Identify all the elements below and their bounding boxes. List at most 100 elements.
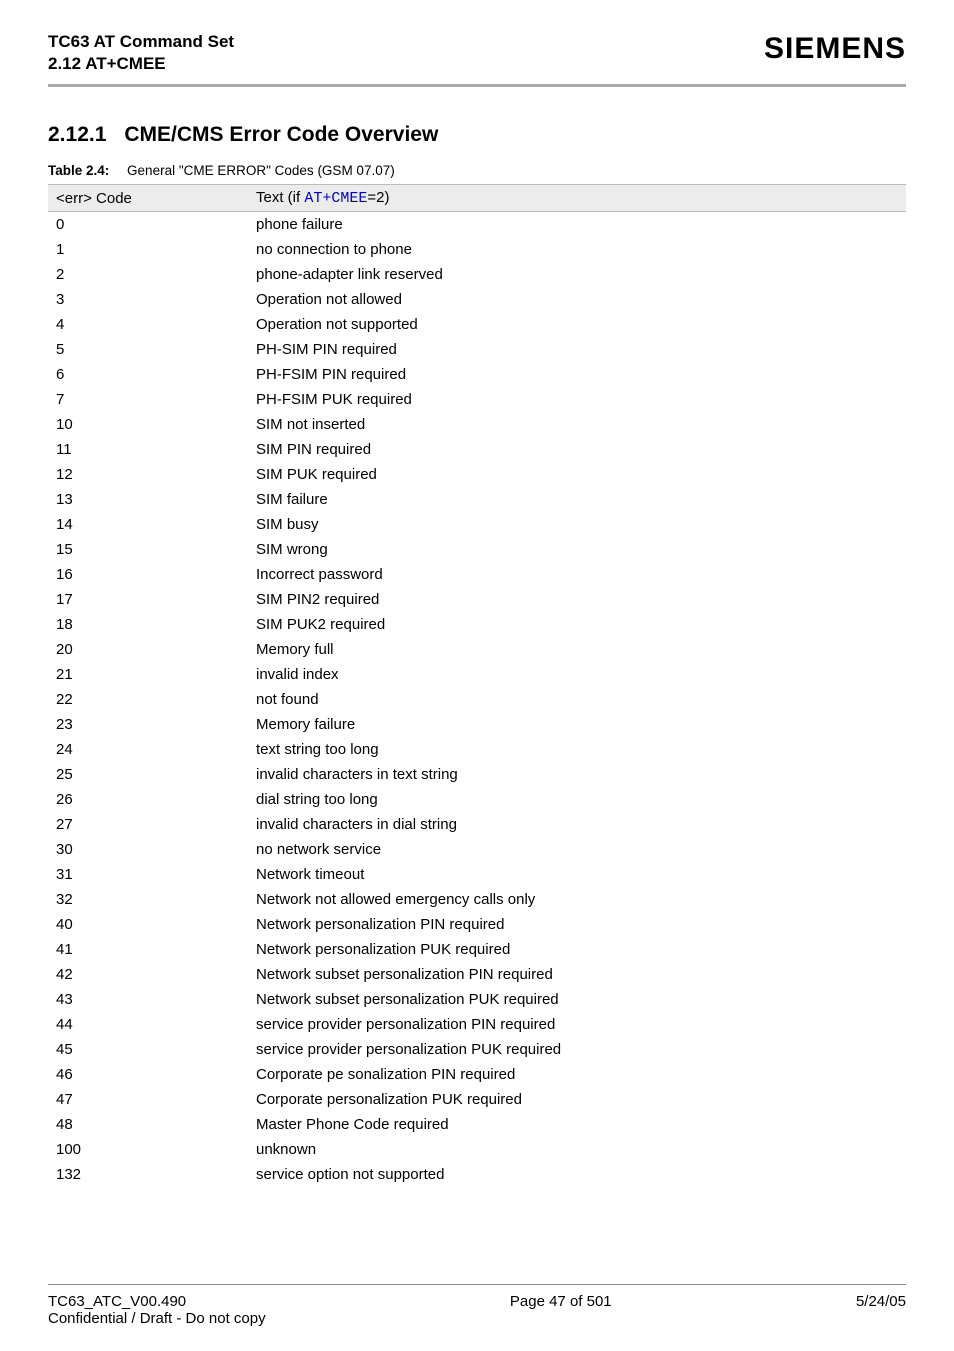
error-code-cell: 30 [48,837,248,862]
error-text-cell: SIM PIN2 required [248,587,906,612]
error-text-cell: dial string too long [248,787,906,812]
error-code-table: <err> Code Text (if AT+CMEE=2) 0phone fa… [48,184,906,1187]
table-row: 32Network not allowed emergency calls on… [48,887,906,912]
error-text-cell: not found [248,687,906,712]
error-code-cell: 15 [48,537,248,562]
error-text-cell: no network service [248,837,906,862]
error-code-cell: 27 [48,812,248,837]
error-code-cell: 46 [48,1062,248,1087]
error-text-cell: invalid characters in text string [248,762,906,787]
table-row: 27invalid characters in dial string [48,812,906,837]
error-code-cell: 45 [48,1037,248,1062]
table-row: 100unknown [48,1137,906,1162]
footer-confidential: Confidential / Draft - Do not copy [48,1310,266,1327]
table-row: 12SIM PUK required [48,462,906,487]
subtitle-command-link[interactable]: AT+CMEE [85,54,165,73]
error-text-cell: PH-SIM PIN required [248,337,906,362]
error-code-cell: 7 [48,387,248,412]
table-row: 26dial string too long [48,787,906,812]
table-row: 13SIM failure [48,487,906,512]
table-header-code: <err> Code [48,185,248,212]
table-header-text: Text (if AT+CMEE=2) [248,185,906,212]
error-code-cell: 22 [48,687,248,712]
error-text-cell: phone failure [248,212,906,238]
error-text-cell: Network personalization PIN required [248,912,906,937]
error-code-cell: 100 [48,1137,248,1162]
error-code-cell: 14 [48,512,248,537]
table-row: 41Network personalization PUK required [48,937,906,962]
error-code-cell: 47 [48,1087,248,1112]
error-code-cell: 16 [48,562,248,587]
table-row: 22not found [48,687,906,712]
section-number: 2.12.1 [48,123,106,147]
error-text-cell: Corporate personalization PUK required [248,1087,906,1112]
error-text-cell: text string too long [248,737,906,762]
error-code-cell: 1 [48,237,248,262]
error-text-cell: Network subset personalization PUK requi… [248,987,906,1012]
error-text-cell: SIM busy [248,512,906,537]
page-header: TC63 AT Command Set 2.12 AT+CMEE SIEMENS [48,32,906,74]
error-text-cell: Operation not supported [248,312,906,337]
error-text-cell: PH-FSIM PUK required [248,387,906,412]
error-code-cell: 26 [48,787,248,812]
error-code-cell: 41 [48,937,248,962]
error-code-cell: 12 [48,462,248,487]
table-caption: Table 2.4: General "CME ERROR" Codes (GS… [48,163,906,178]
error-code-cell: 5 [48,337,248,362]
table-row: 2phone-adapter link reserved [48,262,906,287]
error-text-cell: Network not allowed emergency calls only [248,887,906,912]
table-row: 17SIM PIN2 required [48,587,906,612]
error-code-cell: 42 [48,962,248,987]
table-row: 42Network subset personalization PIN req… [48,962,906,987]
error-code-cell: 3 [48,287,248,312]
error-code-cell: 44 [48,1012,248,1037]
header-command-link[interactable]: AT+CMEE [304,190,367,207]
table-row: 46Corporate pe sonalization PIN required [48,1062,906,1087]
error-code-cell: 21 [48,662,248,687]
table-row: 44service provider personalization PIN r… [48,1012,906,1037]
table-row: 43Network subset personalization PUK req… [48,987,906,1012]
table-row: 6PH-FSIM PIN required [48,362,906,387]
table-row: 21invalid index [48,662,906,687]
error-text-cell: SIM not inserted [248,412,906,437]
table-row: 23Memory failure [48,712,906,737]
table-row: 30no network service [48,837,906,862]
doc-title: TC63 AT Command Set [48,32,234,52]
footer-left: TC63_ATC_V00.490 Confidential / Draft - … [48,1293,266,1327]
error-code-cell: 0 [48,212,248,238]
error-code-cell: 48 [48,1112,248,1137]
error-code-cell: 43 [48,987,248,1012]
error-code-cell: 18 [48,612,248,637]
footer-divider [48,1284,906,1285]
error-text-cell: SIM PUK required [248,462,906,487]
table-row: 48Master Phone Code required [48,1112,906,1137]
table-row: 7PH-FSIM PUK required [48,387,906,412]
section-heading: 2.12.1 CME/CMS Error Code Overview [48,123,906,147]
error-text-cell: Network personalization PUK required [248,937,906,962]
error-text-cell: SIM PUK2 required [248,612,906,637]
error-text-cell: Master Phone Code required [248,1112,906,1137]
error-text-cell: invalid index [248,662,906,687]
error-text-cell: Incorrect password [248,562,906,587]
header-title-block: TC63 AT Command Set 2.12 AT+CMEE [48,32,234,74]
table-header-row: <err> Code Text (if AT+CMEE=2) [48,185,906,212]
error-code-cell: 25 [48,762,248,787]
table-row: 25invalid characters in text string [48,762,906,787]
footer-page: Page 47 of 501 [510,1293,612,1327]
error-text-cell: SIM failure [248,487,906,512]
table-row: 18SIM PUK2 required [48,612,906,637]
error-code-cell: 13 [48,487,248,512]
table-row: 3Operation not allowed [48,287,906,312]
table-row: 24text string too long [48,737,906,762]
error-text-cell: phone-adapter link reserved [248,262,906,287]
error-code-cell: 11 [48,437,248,462]
subtitle-prefix: 2.12 [48,54,85,73]
table-row: 31Network timeout [48,862,906,887]
header-text-prefix: Text (if [256,189,304,206]
error-text-cell: Network subset personalization PIN requi… [248,962,906,987]
error-code-cell: 23 [48,712,248,737]
error-text-cell: service provider personalization PUK req… [248,1037,906,1062]
error-text-cell: no connection to phone [248,237,906,262]
error-text-cell: Network timeout [248,862,906,887]
table-row: 16Incorrect password [48,562,906,587]
